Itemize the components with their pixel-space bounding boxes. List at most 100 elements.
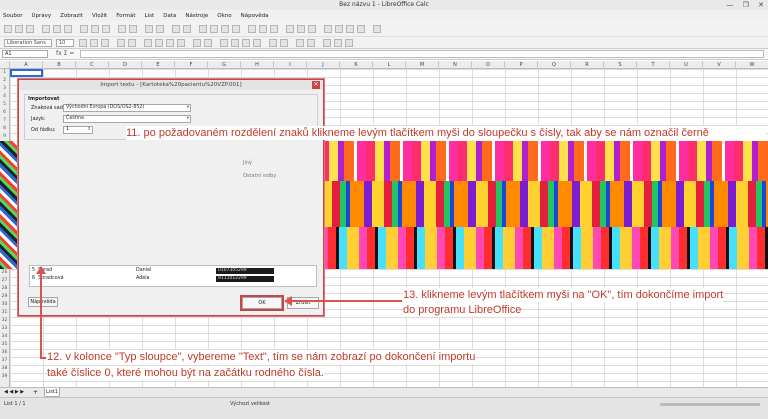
copy-icon[interactable] (91, 25, 99, 33)
justify-icon[interactable] (177, 39, 185, 47)
row-header-cell[interactable]: 6 (0, 109, 9, 117)
sort-descending-icon[interactable] (221, 25, 229, 33)
comment-icon[interactable] (308, 25, 316, 33)
ok-button[interactable]: OK (240, 295, 284, 311)
menu-item-vlozit[interactable]: Vložit (92, 13, 107, 19)
row-header-cell[interactable]: 27 (0, 277, 9, 285)
row-icon[interactable] (172, 25, 180, 33)
special-character-icon[interactable] (286, 25, 294, 33)
paste-icon[interactable] (102, 25, 110, 33)
formula-input[interactable] (80, 50, 764, 58)
column-header-cell[interactable]: J (307, 61, 340, 69)
delete-decimal-icon[interactable] (280, 39, 288, 47)
decrease-indent-icon[interactable] (307, 39, 315, 47)
menu-item-upravy[interactable]: Úpravy (31, 13, 51, 19)
row-header-cell[interactable]: 9 (0, 133, 9, 141)
print-icon[interactable] (53, 25, 61, 33)
column-header-cell[interactable]: C (76, 61, 109, 69)
italic-icon[interactable] (90, 39, 98, 47)
column-header-cell[interactable]: T (637, 61, 670, 69)
row-header-cell[interactable]: 5 (0, 101, 9, 109)
column-header-cell[interactable]: I (274, 61, 307, 69)
sort-ascending-icon[interactable] (210, 25, 218, 33)
row-header-cell[interactable]: 28 (0, 285, 9, 293)
row-header-cell[interactable]: 37 (0, 357, 9, 365)
row-header-cell[interactable]: 32 (0, 317, 9, 325)
row-header-cell[interactable]: 35 (0, 341, 9, 349)
column-header-cell[interactable]: S (604, 61, 637, 69)
chart-icon[interactable] (259, 25, 267, 33)
currency-format-icon[interactable] (220, 39, 228, 47)
function-wizard-icon[interactable]: fx Σ = (56, 50, 74, 57)
row-header-cell[interactable]: 39 (0, 373, 9, 381)
menu-item-data[interactable]: Data (163, 13, 176, 19)
sheet-nav-icon[interactable]: ◀ ◀ ▶ ▶ (4, 389, 24, 395)
column-header-cell[interactable]: R (571, 61, 604, 69)
autofilter-icon[interactable] (232, 25, 240, 33)
number-format-icon[interactable] (242, 39, 250, 47)
undo-icon[interactable] (118, 25, 126, 33)
language-select[interactable]: Čeština ▾ (63, 115, 191, 123)
column-header-cell[interactable]: D (109, 61, 142, 69)
row-header-cell[interactable]: 31 (0, 309, 9, 317)
show-draw-functions-icon[interactable] (373, 25, 381, 33)
font-name-combo[interactable]: Liberation Sans (4, 39, 52, 47)
select-all-corner[interactable] (0, 61, 10, 69)
align-left-icon[interactable] (144, 39, 152, 47)
sheet-tab[interactable]: List1 (44, 388, 60, 397)
align-right-icon[interactable] (166, 39, 174, 47)
close-icon[interactable]: ✕ (758, 1, 764, 9)
preview-id-cell[interactable]: 0107305299 (216, 268, 274, 274)
column-header-cell[interactable]: W (736, 61, 768, 69)
from-row-stepper[interactable]: 1 ⇕ (63, 126, 93, 134)
merge-cells-icon[interactable] (204, 39, 212, 47)
selected-cell[interactable] (10, 69, 43, 77)
underline-icon[interactable] (101, 39, 109, 47)
column-header-cell[interactable]: M (406, 61, 439, 69)
find-icon[interactable] (145, 25, 153, 33)
dialog-close-icon[interactable]: ✕ (312, 81, 320, 89)
column-header-cell[interactable]: F (175, 61, 208, 69)
date-format-icon[interactable] (253, 39, 261, 47)
menu-item-list[interactable]: List (145, 13, 155, 19)
row-header-cell[interactable]: 1 (0, 69, 9, 77)
preview-id-cell[interactable]: 9111012299 (216, 276, 274, 282)
minimize-icon[interactable]: — (726, 1, 733, 9)
bold-icon[interactable] (79, 39, 87, 47)
row-header-cell[interactable]: 36 (0, 349, 9, 357)
align-center-icon[interactable] (155, 39, 163, 47)
column-header-cell[interactable]: O (472, 61, 505, 69)
headers-footers-icon[interactable] (324, 25, 332, 33)
add-decimal-icon[interactable] (269, 39, 277, 47)
name-box[interactable]: A1 (2, 50, 48, 58)
border-style-icon[interactable] (334, 39, 342, 47)
split-window-icon[interactable] (357, 25, 365, 33)
column-header-cell[interactable]: G (208, 61, 241, 69)
row-header-cell[interactable]: 3 (0, 85, 9, 93)
column-header-cell[interactable]: U (670, 61, 703, 69)
freeze-rows-icon[interactable] (346, 25, 354, 33)
zoom-slider[interactable] (660, 403, 760, 406)
help-button[interactable]: Nápověda (28, 297, 58, 307)
define-print-area-icon[interactable] (335, 25, 343, 33)
menu-item-okno[interactable]: Okno (217, 13, 231, 19)
maximize-icon[interactable]: ❐ (743, 1, 749, 9)
row-header-cell[interactable]: 29 (0, 293, 9, 301)
charset-select[interactable]: Východní Evropa (DOS/OS2-852) ▾ (63, 104, 191, 112)
menu-item-format[interactable]: Formát (116, 13, 135, 19)
preview-table[interactable]: 5 Sbrad Daniel 0107305299 6 Sbradcová Ad… (29, 265, 317, 287)
cut-icon[interactable] (80, 25, 88, 33)
pdf-export-icon[interactable] (42, 25, 50, 33)
font-color-icon[interactable] (117, 39, 125, 47)
spelling-icon[interactable] (156, 25, 164, 33)
column-header-cell[interactable]: B (43, 61, 76, 69)
column-header-cell[interactable]: K (340, 61, 373, 69)
open-icon[interactable] (15, 25, 23, 33)
background-color-icon[interactable] (128, 39, 136, 47)
column-header-cell[interactable]: N (439, 61, 472, 69)
menu-item-soubor[interactable]: Soubor (3, 13, 22, 19)
row-header-cell[interactable]: 38 (0, 365, 9, 373)
row-header-cell[interactable]: 34 (0, 333, 9, 341)
row-header-cell[interactable]: 30 (0, 301, 9, 309)
row-header-cell[interactable]: 7 (0, 117, 9, 125)
